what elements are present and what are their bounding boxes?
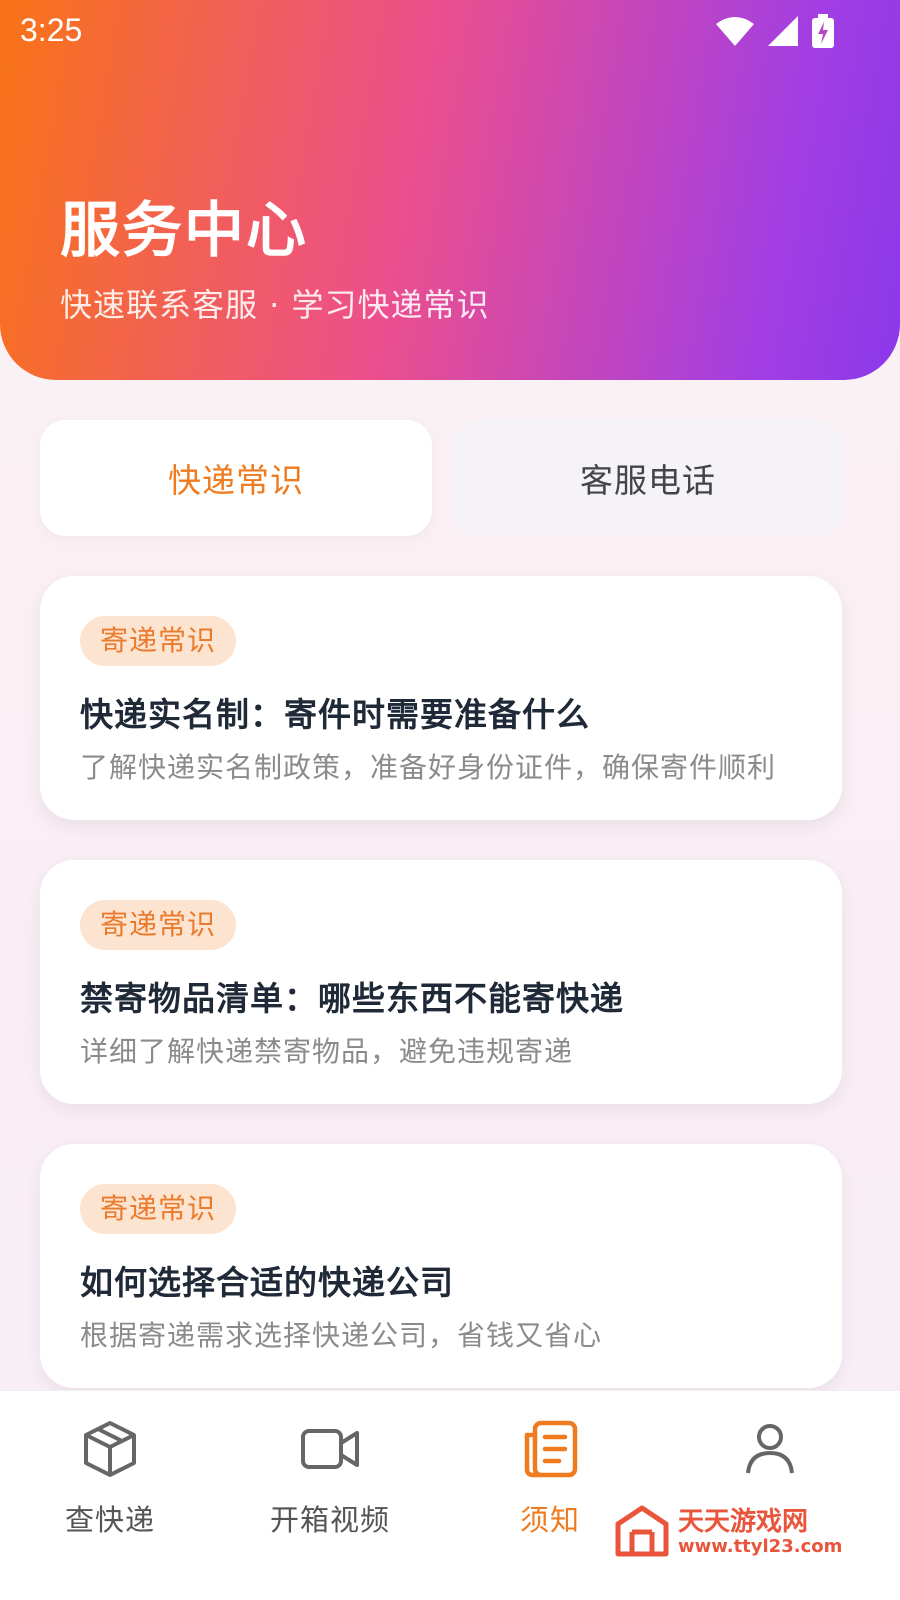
watermark-name: 天天游戏网 <box>678 1507 809 1537</box>
article-title: 快递实名制：寄件时需要准备什么 <box>80 695 590 734</box>
nav-label: 开箱视频 <box>269 1503 390 1537</box>
document-icon <box>521 1419 579 1483</box>
category-badge: 寄递常识 <box>80 1184 237 1234</box>
watermark-logo: 天天游戏网 www.ttyl23.com <box>614 1500 884 1564</box>
battery-icon <box>812 14 834 52</box>
video-icon <box>299 1419 361 1483</box>
house-logo-icon <box>614 1502 670 1562</box>
header-banner: 3:25 服务中心 快速联系客服 · 学习快递常识 <box>0 0 900 380</box>
wifi-icon <box>716 16 754 50</box>
tab-customer-service-phone[interactable]: 客服电话 <box>452 420 844 536</box>
nav-label: 查快递 <box>64 1503 155 1537</box>
user-icon <box>742 1419 798 1483</box>
status-icons <box>716 14 834 52</box>
nav-item-profile[interactable] <box>670 1419 870 1497</box>
bottom-nav: 查快递 开箱视频 须知 <box>0 1390 900 1600</box>
signal-icon <box>768 16 798 50</box>
category-badge: 寄递常识 <box>80 616 237 666</box>
article-card[interactable]: 寄递常识 快递实名制：寄件时需要准备什么 了解快递实名制政策，准备好身份证件，确… <box>40 576 842 820</box>
article-title: 如何选择合适的快递公司 <box>80 1263 454 1302</box>
nav-label: 须知 <box>519 1503 580 1537</box>
package-icon <box>82 1419 138 1483</box>
article-card[interactable]: 寄递常识 如何选择合适的快递公司 根据寄递需求选择快递公司，省钱又省心 <box>40 1144 842 1388</box>
watermark-text: 天天游戏网 www.ttyl23.com <box>678 1507 842 1557</box>
nav-item-track-package[interactable]: 查快递 <box>10 1419 210 1539</box>
category-badge: 寄递常识 <box>80 900 237 950</box>
article-description: 了解快递实名制政策，准备好身份证件，确保寄件顺利 <box>80 751 777 784</box>
watermark-url: www.ttyl23.com <box>678 1536 843 1557</box>
status-time: 3:25 <box>20 12 83 48</box>
article-card[interactable]: 寄递常识 禁寄物品清单：哪些东西不能寄快递 详细了解快递禁寄物品，避免违规寄递 <box>40 860 842 1104</box>
page-title: 服务中心 <box>60 196 308 266</box>
article-description: 详细了解快递禁寄物品，避免违规寄递 <box>80 1035 574 1068</box>
tab-express-knowledge[interactable]: 快递常识 <box>40 420 432 536</box>
article-description: 根据寄递需求选择快递公司，省钱又省心 <box>80 1319 603 1352</box>
nav-item-unboxing-video[interactable]: 开箱视频 <box>230 1419 430 1539</box>
status-bar: 3:25 <box>0 0 900 62</box>
article-title: 禁寄物品清单：哪些东西不能寄快递 <box>80 979 624 1018</box>
page-subtitle: 快速联系客服 · 学习快递常识 <box>60 286 490 324</box>
